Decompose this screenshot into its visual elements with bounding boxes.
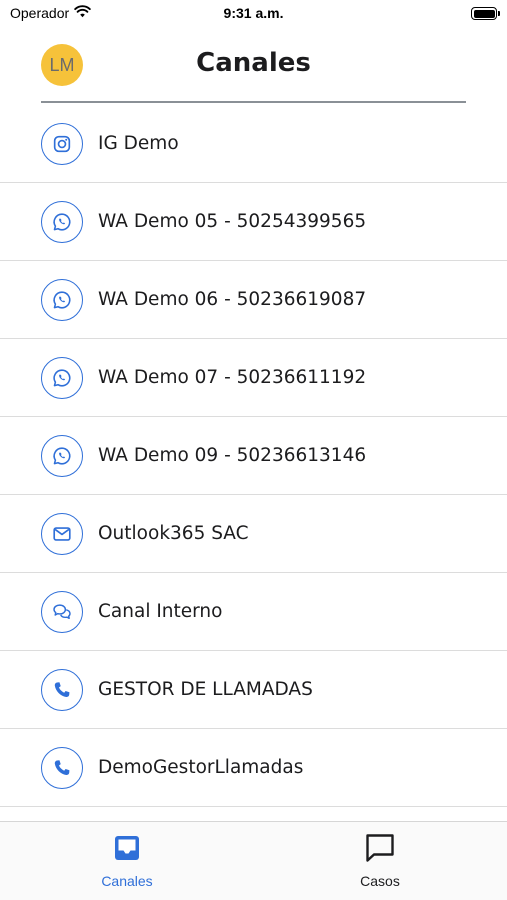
channel-label: WA Demo 07 - 50236611192: [98, 367, 367, 388]
channel-label: DemoGestorLlamadas: [98, 757, 304, 778]
channel-item-gestor-de-llamadas[interactable]: GESTOR DE LLAMADAS: [0, 651, 507, 729]
page-title: Canales: [196, 48, 311, 78]
tab-label: Canales: [101, 873, 153, 889]
channel-label: GESTOR DE LLAMADAS: [98, 679, 313, 700]
phone-icon: [41, 746, 83, 789]
app-header: LM Canales: [0, 30, 507, 106]
chat-bubbles-icon: [41, 590, 83, 633]
battery-icon: [471, 7, 500, 20]
status-bar: Operador 9:31 a.m.: [0, 0, 507, 28]
header-divider: [41, 101, 466, 103]
channel-list: IG Demo WA Demo 05 - 50254399565 WA Demo…: [0, 105, 507, 807]
channel-item-wa-demo-06[interactable]: WA Demo 06 - 50236619087: [0, 261, 507, 339]
whatsapp-icon: [41, 356, 83, 399]
channel-item-wa-demo-07[interactable]: WA Demo 07 - 50236611192: [0, 339, 507, 417]
channel-item-wa-demo-05[interactable]: WA Demo 05 - 50254399565: [0, 183, 507, 261]
channel-item-ig-demo[interactable]: IG Demo: [0, 105, 507, 183]
status-time: 9:31 a.m.: [223, 5, 284, 21]
whatsapp-icon: [41, 434, 83, 477]
instagram-icon: [41, 122, 83, 165]
channel-label: WA Demo 05 - 50254399565: [98, 211, 367, 232]
channel-label: WA Demo 06 - 50236619087: [98, 289, 367, 310]
tab-bar: Canales Casos: [0, 821, 507, 900]
channel-item-wa-demo-09[interactable]: WA Demo 09 - 50236613146: [0, 417, 507, 495]
mail-icon: [41, 512, 83, 555]
channel-item-demogestorllamadas[interactable]: DemoGestorLlamadas: [0, 729, 507, 807]
channel-label: Canal Interno: [98, 601, 223, 622]
whatsapp-icon: [41, 200, 83, 243]
channel-item-canal-interno[interactable]: Canal Interno: [0, 573, 507, 651]
channel-label: Outlook365 SAC: [98, 523, 249, 544]
channel-item-outlook365-sac[interactable]: Outlook365 SAC: [0, 495, 507, 573]
channel-label: WA Demo 09 - 50236613146: [98, 445, 367, 466]
tab-label: Casos: [360, 873, 400, 889]
channel-label: IG Demo: [98, 133, 179, 154]
whatsapp-icon: [41, 278, 83, 321]
message-icon: [364, 832, 396, 864]
tab-casos[interactable]: Casos: [300, 822, 460, 900]
inbox-icon: [111, 832, 143, 864]
phone-icon: [41, 668, 83, 711]
tab-canales[interactable]: Canales: [47, 822, 207, 900]
